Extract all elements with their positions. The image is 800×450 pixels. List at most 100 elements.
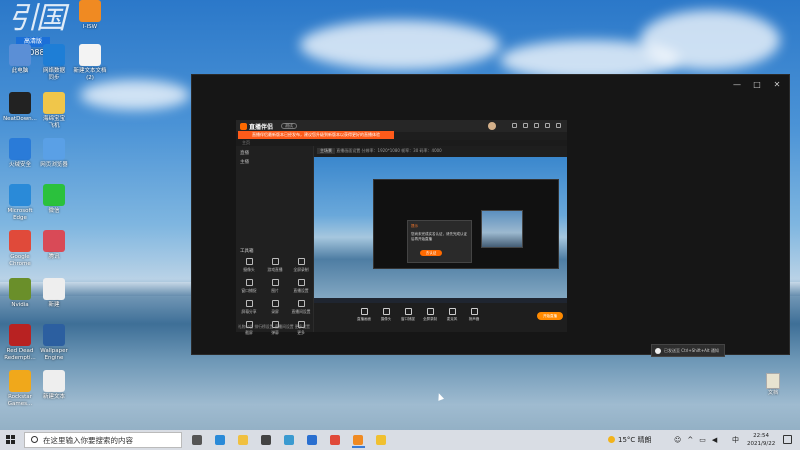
- desktop-icon[interactable]: 网页浏览器: [34, 138, 74, 169]
- screen-recorder-window[interactable]: — □ ✕ 直播伴侣 测试 直播伴侣最新版本已经发布，建议您升级到新版本以获得更…: [191, 74, 790, 355]
- search-icon: [31, 436, 38, 443]
- desktop-icon[interactable]: 微信: [34, 184, 74, 215]
- live-control[interactable]: 窗口捕捉: [398, 308, 418, 322]
- toolbox-item[interactable]: 录屏: [262, 300, 288, 315]
- clock[interactable]: 22:54 2021/9/22: [747, 432, 775, 448]
- toolbox-item[interactable]: 游戏直播: [262, 258, 288, 273]
- toolbox-item[interactable]: 直播设置: [288, 279, 314, 294]
- control-icon: [470, 308, 478, 315]
- ime-indicator[interactable]: 中: [732, 435, 739, 445]
- desktop-icon-label: 网络数据 同步: [42, 68, 65, 81]
- app-name: 直播伴侣: [249, 124, 274, 131]
- toolbox-item[interactable]: 图片: [262, 279, 288, 294]
- menu-icon[interactable]: [534, 123, 539, 128]
- live-control[interactable]: 扬声器: [464, 308, 484, 322]
- maximize-button[interactable]: □: [753, 80, 761, 89]
- live-control[interactable]: 麦克风: [442, 308, 462, 322]
- network-icon[interactable]: ▭: [699, 436, 706, 444]
- minimize-icon[interactable]: [545, 123, 550, 128]
- close-button[interactable]: ✕: [773, 80, 781, 89]
- live-control[interactable]: 摄像头: [376, 308, 396, 322]
- avatar[interactable]: [488, 122, 496, 130]
- close-icon[interactable]: [556, 123, 561, 128]
- scene-toolbar: 主场景 直播画面设置 分辨率：1920*1080 帧率：30 码率：4000: [314, 146, 567, 155]
- taskbar-app-explorer[interactable]: [232, 432, 255, 448]
- sidebar-item-host[interactable]: 主播: [236, 156, 313, 165]
- tool-icon: [297, 279, 305, 286]
- scene-chip[interactable]: 主场景: [317, 148, 335, 154]
- sidebar-item-live[interactable]: 直播: [236, 147, 313, 156]
- app-main: 主场景 直播画面设置 分辨率：1920*1080 帧率：30 码率：4000 提…: [314, 146, 567, 332]
- tool-label: 弹幕: [271, 330, 279, 335]
- app-icon: [9, 184, 31, 206]
- desktop-icon-label: 新建文本文档 (2): [73, 68, 107, 81]
- person-icon[interactable]: ☺: [674, 436, 681, 444]
- live-control[interactable]: 直播画面: [354, 308, 374, 322]
- system-tray: 15°C 晴朗 ☺ ^ ▭ ◀ 中 22:54 2021/9/22: [600, 430, 800, 450]
- app-icon: [9, 92, 31, 114]
- desktop-icon[interactable]: 腾讯: [34, 230, 74, 261]
- taskbar-app-edge[interactable]: [209, 432, 232, 448]
- cloud: [640, 10, 780, 70]
- live-control[interactable]: 全屏录制: [420, 308, 440, 322]
- dialog-title: 提示: [411, 224, 418, 228]
- desktop-icon[interactable]: I-ISW: [70, 0, 110, 31]
- tool-icon: [271, 258, 279, 265]
- taskbar-app-chrome[interactable]: [324, 432, 347, 448]
- live-controls: 开始直播 直播画面 摄像头 窗口捕捉 全屏录制 麦克风 扬声器: [314, 304, 567, 332]
- tool-icon: [297, 258, 305, 265]
- mini-preview: [481, 210, 523, 248]
- toolbox-item[interactable]: 全屏录制: [288, 258, 314, 273]
- app-version-badge: 测试: [281, 123, 297, 129]
- desktop-icon[interactable]: 新建文本文档 (2): [70, 44, 110, 82]
- desktop-icon[interactable]: 网络数据 同步: [34, 44, 74, 82]
- taskbar-app-task-view[interactable]: [186, 432, 209, 448]
- search-placeholder: 在这里输入你要搜索的内容: [43, 436, 133, 445]
- minimize-button[interactable]: —: [733, 80, 741, 89]
- desktop-icon[interactable]: 海绵宝宝 飞机: [34, 92, 74, 130]
- verify-button[interactable]: 去认证: [420, 250, 442, 256]
- document-icon: [766, 373, 780, 389]
- taskbar: 在这里输入你要搜索的内容 15°C 晴朗 ☺ ^ ▭ ◀ 中 22:54 202…: [0, 430, 800, 450]
- app-icon: [9, 230, 31, 252]
- tool-label: 录屏: [271, 309, 279, 314]
- notification-center-icon[interactable]: [783, 435, 792, 444]
- control-label: 直播画面: [357, 317, 371, 321]
- toolbox-item[interactable]: 摄像头: [236, 258, 262, 273]
- notification-toast[interactable]: 已发送至 Ctrl+Shift+Alt 通知: [651, 344, 725, 357]
- control-icon: [360, 308, 368, 315]
- desktop-icon[interactable]: 新建文本: [34, 370, 74, 401]
- desktop-icon-label: Wallpaper Engine: [40, 348, 68, 361]
- settings-icon[interactable]: [523, 123, 528, 128]
- desktop-icon-document[interactable]: 文档: [761, 373, 785, 396]
- explorer-icon: [238, 435, 248, 445]
- taskbar-app-edge-beta[interactable]: [278, 432, 301, 448]
- edge-icon: [215, 435, 225, 445]
- taskbar-app-app-yellow[interactable]: [370, 432, 393, 448]
- app-top-icons: [512, 123, 561, 128]
- message-icon[interactable]: [512, 123, 517, 128]
- desktop-icon[interactable]: 新建: [34, 278, 74, 309]
- chevron-up-icon[interactable]: ^: [687, 436, 693, 444]
- taskbar-search[interactable]: 在这里输入你要搜索的内容: [24, 432, 182, 448]
- app-icon: [43, 44, 65, 66]
- toolbox-item[interactable]: 窗口捕捉: [236, 279, 262, 294]
- weather-widget[interactable]: 15°C 晴朗: [608, 435, 652, 445]
- taskbar-app-mail[interactable]: [301, 432, 324, 448]
- toolbox-item[interactable]: 屏幕分享: [236, 300, 262, 315]
- tool-icon: [271, 279, 279, 286]
- update-banner[interactable]: 直播伴侣最新版本已经发布，建议您升级到新版本以获得更好的直播体验: [238, 131, 394, 139]
- start-live-button[interactable]: 开始直播: [537, 312, 563, 320]
- start-button[interactable]: [6, 435, 16, 445]
- mail-icon: [307, 435, 317, 445]
- sun-icon: [608, 436, 615, 443]
- taskbar-app-store[interactable]: [255, 432, 278, 448]
- toolbox-item[interactable]: 直播间设置: [288, 300, 314, 315]
- desktop-icon-label: 网页浏览器: [40, 162, 68, 168]
- app-icon: [43, 324, 65, 346]
- taskbar-app-app-orange[interactable]: [347, 432, 370, 448]
- desktop-icon[interactable]: Wallpaper Engine: [34, 324, 74, 362]
- app-icon: [9, 324, 31, 346]
- app-icon: [43, 92, 65, 114]
- volume-icon[interactable]: ◀: [712, 436, 717, 444]
